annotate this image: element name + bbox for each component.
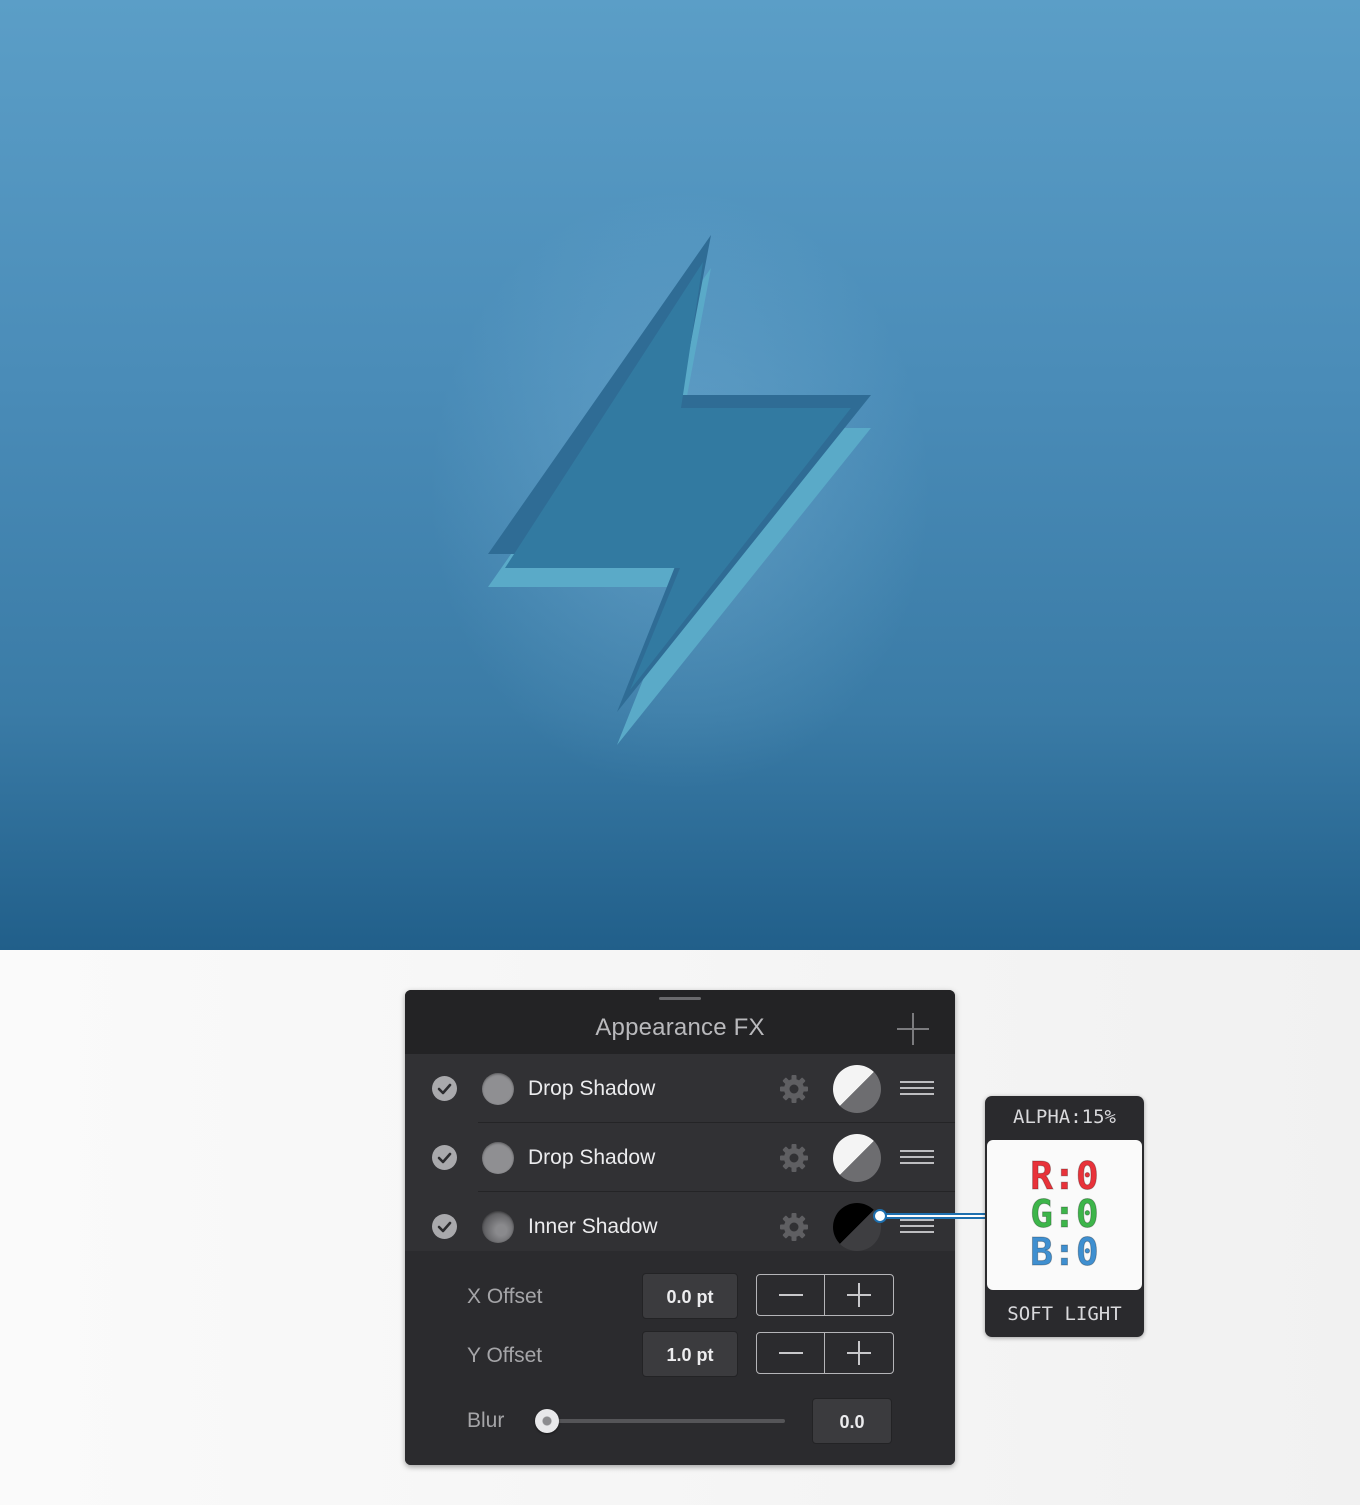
blur-field[interactable]: 0.0 — [812, 1398, 892, 1444]
x-offset-label: X Offset — [467, 1285, 543, 1308]
effect-row-drop-shadow-2[interactable]: Drop Shadow — [405, 1123, 955, 1192]
y-offset-stepper — [756, 1332, 894, 1374]
x-offset-increment-button[interactable] — [825, 1275, 893, 1315]
blur-slider-thumb[interactable] — [535, 1409, 559, 1433]
blend-mode-readout: SOFT LIGHT — [1007, 1303, 1122, 1325]
checkmark-icon — [437, 1221, 452, 1233]
effect-label: Inner Shadow — [528, 1215, 658, 1238]
rgb-card: R:0 G:0 B:0 — [987, 1140, 1142, 1290]
x-offset-stepper — [756, 1274, 894, 1316]
effect-label: Drop Shadow — [528, 1146, 656, 1169]
shadow-color-swatch[interactable] — [482, 1211, 514, 1243]
blur-label: Blur — [467, 1409, 505, 1432]
shadow-color-swatch[interactable] — [482, 1142, 514, 1174]
panel-title: Appearance FX — [595, 1014, 765, 1041]
gear-icon[interactable] — [777, 1210, 811, 1244]
light-blend-icon[interactable] — [833, 1134, 881, 1182]
x-offset-decrement-button[interactable] — [757, 1275, 825, 1315]
checkmark-icon — [437, 1152, 452, 1164]
y-offset-field[interactable]: 1.0 pt — [642, 1331, 738, 1377]
effect-label: Drop Shadow — [528, 1077, 656, 1100]
panel-drag-grip[interactable] — [659, 997, 701, 1000]
x-offset-field[interactable]: 0.0 pt — [642, 1273, 738, 1319]
y-offset-label: Y Offset — [467, 1344, 543, 1367]
shadow-color-swatch[interactable] — [482, 1073, 514, 1105]
add-effect-button[interactable] — [897, 1013, 929, 1045]
y-offset-decrement-button[interactable] — [757, 1333, 825, 1373]
effect-properties: X Offset 0.0 pt Y Offset 1.0 pt Blur 0.0 — [405, 1251, 955, 1465]
checkmark-icon — [437, 1083, 452, 1095]
effect-enabled-checkbox[interactable] — [432, 1145, 457, 1170]
effect-enabled-checkbox[interactable] — [432, 1214, 457, 1239]
alpha-readout: ALPHA:15% — [1013, 1106, 1116, 1128]
artboard-canvas[interactable] — [0, 0, 1360, 950]
gear-icon[interactable] — [777, 1072, 811, 1106]
drag-handle-icon[interactable] — [900, 1150, 934, 1164]
callout-connector — [873, 1209, 986, 1223]
appearance-panel: Appearance FX Drop Shadow Drop Shadow In… — [405, 990, 955, 1465]
blue-value: B:0 — [1030, 1230, 1100, 1275]
light-blend-icon[interactable] — [833, 1065, 881, 1113]
blur-slider-track[interactable] — [547, 1419, 785, 1423]
shadow-color-callout: ALPHA:15% R:0 G:0 B:0 SOFT LIGHT — [985, 1096, 1144, 1337]
gear-icon[interactable] — [777, 1141, 811, 1175]
drag-handle-icon[interactable] — [900, 1081, 934, 1095]
effect-row-drop-shadow-1[interactable]: Drop Shadow — [405, 1054, 955, 1123]
y-offset-increment-button[interactable] — [825, 1333, 893, 1373]
lightning-bolt-icon — [430, 190, 930, 790]
effect-enabled-checkbox[interactable] — [432, 1076, 457, 1101]
